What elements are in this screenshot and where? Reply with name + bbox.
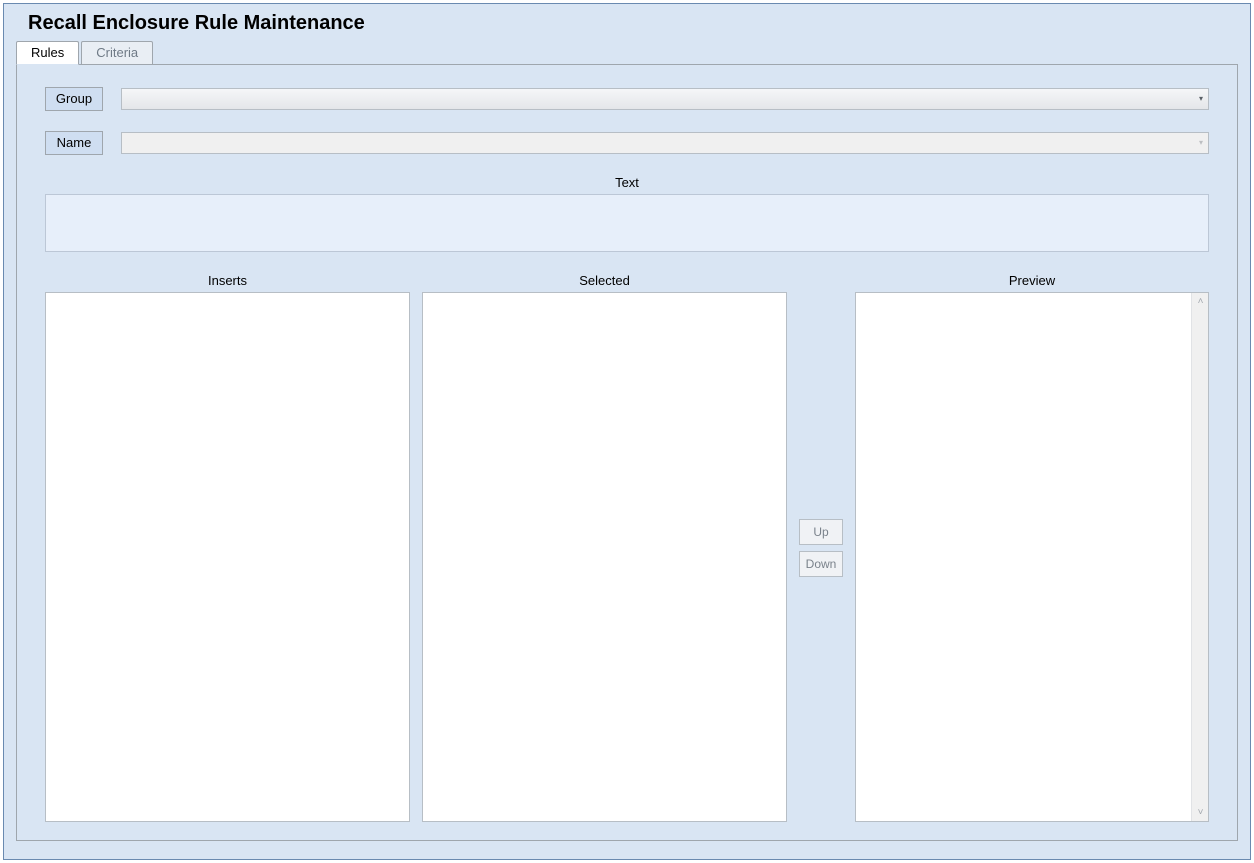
inserts-listbox[interactable] bbox=[45, 292, 410, 822]
tab-criteria[interactable]: Criteria bbox=[81, 41, 153, 65]
scroll-down-icon[interactable]: ˅ bbox=[1192, 804, 1209, 821]
tab-rules[interactable]: Rules bbox=[16, 41, 79, 65]
tab-strip: Rules Criteria bbox=[4, 41, 1250, 65]
scroll-up-icon[interactable]: ˄ bbox=[1192, 293, 1209, 310]
columns-wrap: Inserts Selected Up Down Preview ˄ bbox=[45, 273, 1209, 823]
text-input[interactable] bbox=[45, 194, 1209, 252]
name-dropdown[interactable] bbox=[121, 132, 1209, 154]
inserts-column: Inserts bbox=[45, 273, 410, 822]
down-button[interactable]: Down bbox=[799, 551, 843, 577]
group-combo-wrap: ▾ bbox=[121, 88, 1209, 110]
name-combo-wrap: ▾ bbox=[121, 132, 1209, 154]
group-row: Group ▾ bbox=[45, 87, 1209, 111]
up-button[interactable]: Up bbox=[799, 519, 843, 545]
scrollbar-track[interactable]: ˄ ˅ bbox=[1191, 293, 1208, 821]
selected-column: Selected bbox=[422, 273, 787, 822]
app-frame: Recall Enclosure Rule Maintenance Rules … bbox=[3, 3, 1251, 860]
preview-box[interactable]: ˄ ˅ bbox=[855, 292, 1209, 822]
name-row: Name ▾ bbox=[45, 131, 1209, 155]
reorder-buttons-column: Up Down bbox=[799, 273, 843, 823]
name-button[interactable]: Name bbox=[45, 131, 103, 155]
group-dropdown[interactable] bbox=[121, 88, 1209, 110]
selected-label: Selected bbox=[422, 273, 787, 288]
preview-label: Preview bbox=[855, 273, 1209, 288]
preview-column: Preview ˄ ˅ bbox=[855, 273, 1209, 822]
selected-listbox[interactable] bbox=[422, 292, 787, 822]
group-button[interactable]: Group bbox=[45, 87, 103, 111]
inserts-label: Inserts bbox=[45, 273, 410, 288]
app-window: Recall Enclosure Rule Maintenance Rules … bbox=[0, 0, 1254, 863]
content-panel: Group ▾ Name ▾ Text Inserts bbox=[16, 64, 1238, 841]
text-section-label: Text bbox=[45, 175, 1209, 190]
page-title: Recall Enclosure Rule Maintenance bbox=[4, 4, 1250, 41]
